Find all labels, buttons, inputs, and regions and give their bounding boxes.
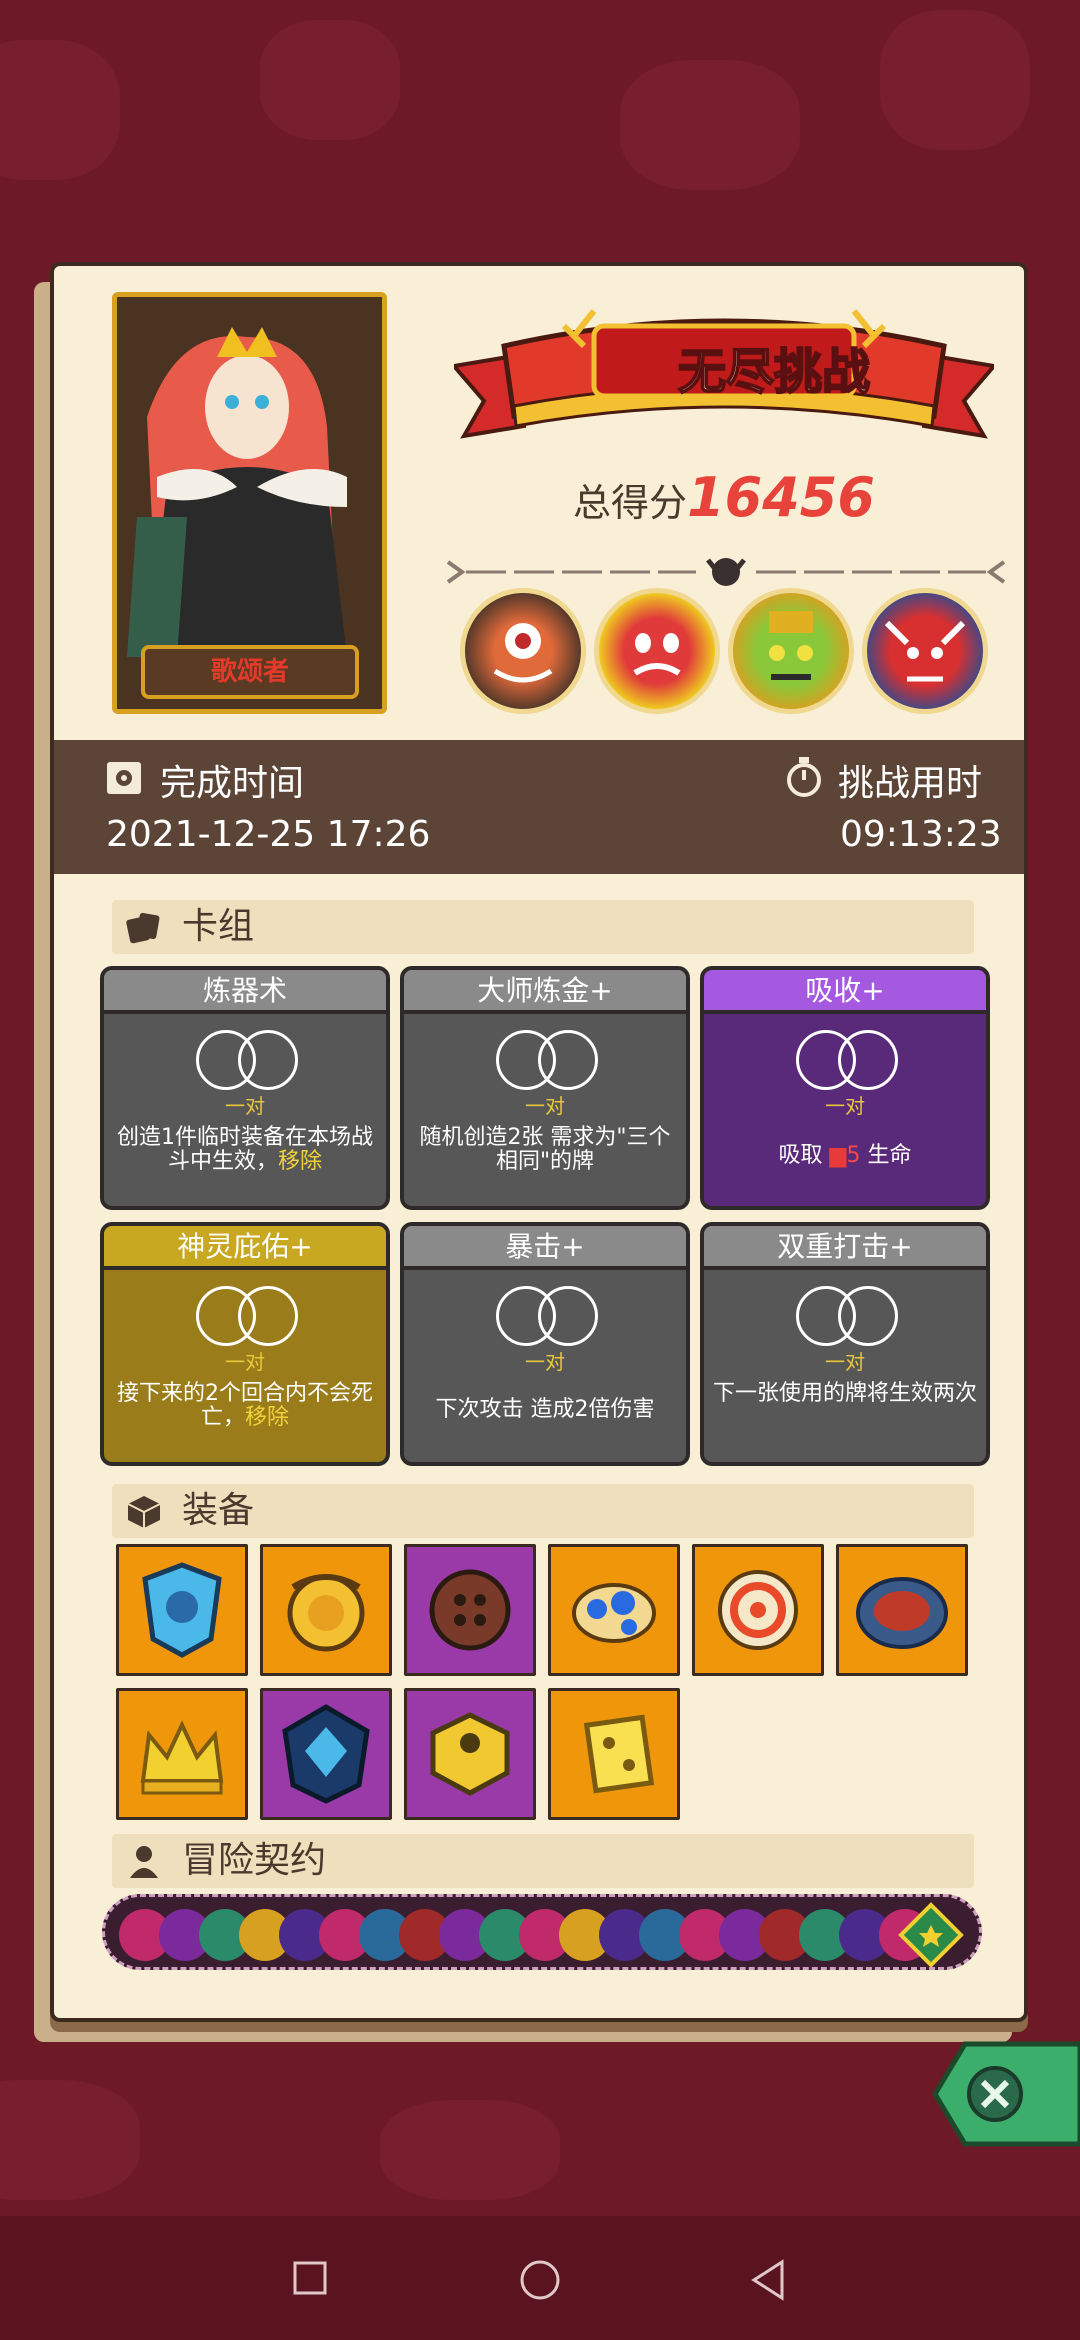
- contract-section-header: 冒险契约: [112, 1834, 974, 1888]
- health-icon: ▆: [829, 1143, 847, 1168]
- card-description: 下一张使用的牌将生效两次: [712, 1381, 977, 1406]
- equipment-section-header: 装备: [112, 1484, 974, 1538]
- equipment-slot[interactable]: [260, 1688, 392, 1820]
- contract-strip[interactable]: [102, 1894, 982, 1970]
- pair-rings-icon: [496, 1030, 600, 1090]
- complete-time-label: 完成时间: [160, 763, 305, 804]
- equipment-slot[interactable]: [692, 1544, 824, 1676]
- card-description: 创造1件临时装备在本场战斗中生效，移除: [117, 1125, 373, 1174]
- back-icon[interactable]: [748, 2258, 788, 2302]
- gold-cube-icon: [430, 1712, 510, 1796]
- cards-icon: [126, 912, 160, 944]
- hero-name: 歌颂者: [141, 645, 359, 699]
- deck-title: 卡组: [182, 906, 255, 947]
- challenge-duration-label: 挑战用时: [838, 763, 983, 804]
- boss-red-demon-icon: [594, 588, 720, 714]
- card-description: 随机创造2张 需求为"三个相同"的牌: [419, 1125, 671, 1174]
- deck-card[interactable]: 吸收+ 一对 吸取 ▆5 生命: [700, 966, 990, 1210]
- target-ring-icon: [718, 1570, 798, 1650]
- card-description: 接下来的2个回合内不会死亡，移除: [117, 1381, 373, 1430]
- deck-card[interactable]: 暴击+ 一对 下次攻击 造成2倍伤害: [400, 1222, 690, 1466]
- time-info-bar: 完成时间 2021-12-25 17:26 挑战用时 09:13:23: [54, 740, 1024, 874]
- pair-rings-icon: [796, 1030, 900, 1090]
- card-name: 炼器术: [104, 970, 386, 1014]
- boss-cyclops-icon: [460, 588, 586, 714]
- card-pair-label: 一对: [225, 1094, 265, 1118]
- equipment-slot[interactable]: [548, 1544, 680, 1676]
- equipment-slot[interactable]: [404, 1544, 536, 1676]
- equipment-title: 装备: [182, 1490, 255, 1531]
- system-nav-bar: [0, 2216, 1080, 2340]
- stopwatch-icon: [787, 757, 821, 797]
- dice-icon: [583, 1714, 655, 1794]
- equipment-slot[interactable]: [836, 1544, 968, 1676]
- dark-shield-icon: [282, 1704, 370, 1804]
- boss-samurai-demon-icon: [862, 588, 988, 714]
- remove-keyword: 移除: [245, 1405, 290, 1430]
- boss-green-goblin-icon: [728, 588, 854, 714]
- close-button[interactable]: [915, 2032, 1080, 2156]
- card-pair-label: 一对: [525, 1350, 565, 1374]
- result-panel: 歌颂者 无尽挑战 总得分16456 完成时间 2021-12-25 17:26 …: [50, 262, 1028, 2022]
- button-icon: [429, 1569, 511, 1651]
- home-icon[interactable]: [518, 2258, 562, 2302]
- deck-card[interactable]: 双重打击+ 一对 下一张使用的牌将生效两次: [700, 1222, 990, 1466]
- hero-portrait: 歌颂者: [112, 292, 387, 714]
- equipment-slot[interactable]: [260, 1544, 392, 1676]
- remove-keyword: 移除: [278, 1149, 323, 1174]
- card-name: 双重打击+: [704, 1226, 986, 1270]
- meat-plate-icon: [856, 1577, 948, 1649]
- pair-rings-icon: [796, 1286, 900, 1346]
- complete-time-value: 2021-12-25 17:26: [106, 814, 431, 855]
- card-name: 暴击+: [404, 1226, 686, 1270]
- drain-value: 5: [846, 1143, 861, 1168]
- card-pair-label: 一对: [825, 1350, 865, 1374]
- box-icon: [127, 1496, 161, 1528]
- crown-icon: [140, 1720, 224, 1795]
- card-pair-label: 一对: [225, 1350, 265, 1374]
- person-icon: [130, 1846, 158, 1878]
- equipment-slot[interactable]: [116, 1544, 248, 1676]
- deck-card[interactable]: 神灵庇佑+ 一对 接下来的2个回合内不会死亡，移除: [100, 1222, 390, 1466]
- contract-title: 冒险契约: [182, 1840, 327, 1881]
- deck-section-header: 卡组: [112, 900, 974, 954]
- card-name: 吸收+: [704, 970, 986, 1014]
- recents-icon[interactable]: [292, 2260, 328, 2296]
- banner-title: 无尽挑战: [677, 343, 871, 401]
- pair-rings-icon: [196, 1286, 300, 1346]
- card-description: 吸取 ▆5 生命: [778, 1143, 912, 1168]
- card-name: 神灵庇佑+: [104, 1226, 386, 1270]
- card-name: 大师炼金+: [404, 970, 686, 1014]
- score-label: 总得分: [573, 481, 688, 525]
- film-icon: [107, 762, 141, 794]
- equipment-slot[interactable]: [116, 1688, 248, 1820]
- card-pair-label: 一对: [825, 1094, 865, 1118]
- pair-rings-icon: [496, 1286, 600, 1346]
- deck-card[interactable]: 炼器术 一对 创造1件临时装备在本场战斗中生效，移除: [100, 966, 390, 1210]
- deck-card[interactable]: 大师炼金+ 一对 随机创造2张 需求为"三个相同"的牌: [400, 966, 690, 1210]
- pair-rings-icon: [196, 1030, 300, 1090]
- equipment-slot[interactable]: [548, 1688, 680, 1820]
- lion-ring-icon: [287, 1574, 365, 1652]
- equipment-slot[interactable]: [404, 1688, 536, 1820]
- total-score: 总得分16456: [514, 466, 934, 529]
- card-pair-label: 一对: [525, 1094, 565, 1118]
- score-value: 16456: [687, 466, 875, 529]
- ornament-divider: [446, 558, 1006, 586]
- challenge-duration-value: 09:13:23: [840, 814, 1002, 855]
- contract-icons-strip: [119, 1902, 964, 1967]
- blue-dots-icon: [572, 1583, 656, 1643]
- card-description: 下次攻击 造成2倍伤害: [435, 1397, 655, 1422]
- blue-shield-icon: [142, 1562, 222, 1658]
